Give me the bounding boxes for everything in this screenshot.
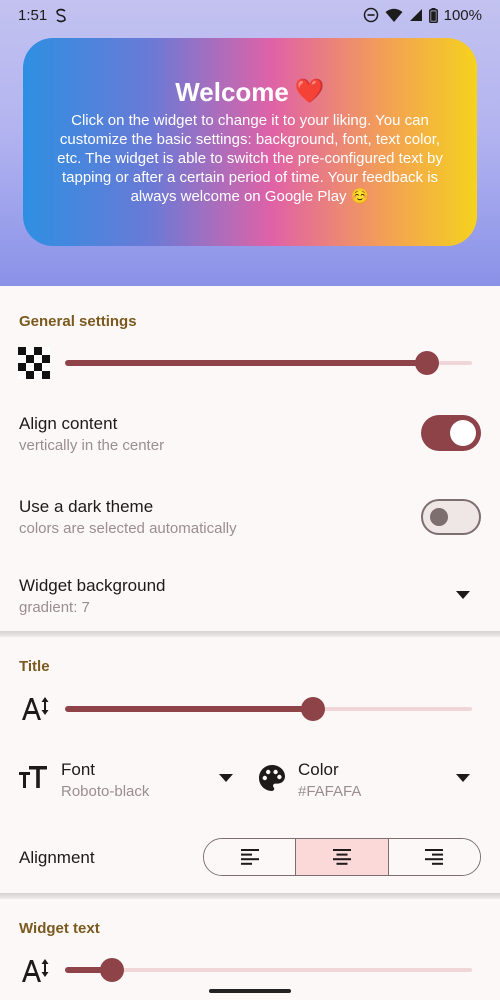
transparency-slider[interactable] [65,351,472,375]
palette-icon [259,765,285,791]
widget-background-row[interactable]: Widget background gradient: 7 [0,566,500,626]
wifi-icon [385,8,403,22]
font-size-icon [19,766,47,788]
align-content-subtitle: vertically in the center [19,437,165,454]
chevron-down-icon [219,774,233,782]
status-time: 1:51 [18,6,48,24]
toggle-knob [450,420,476,446]
font-label: Font [61,760,96,779]
slider-track [65,968,472,972]
slider-fill [65,706,314,712]
toggle-knob [430,508,448,526]
align-center-button[interactable] [296,839,389,875]
slider-fill [65,360,428,366]
text-size-icon [22,959,49,982]
general-settings-section: General settings Align content verticall… [0,286,500,631]
text-size-icon [22,697,49,720]
battery-icon [428,7,438,23]
color-selector[interactable]: Color #FAFAFA [245,752,500,808]
widget-background-value: gradient: 7 [19,599,90,616]
align-content-title: Align content [19,414,118,433]
chevron-down-icon [456,591,470,599]
font-value: Roboto-black [61,783,150,800]
widget-text-size-slider[interactable] [65,958,472,982]
general-settings-header: General settings [19,313,137,330]
gesture-nav-handle[interactable] [209,989,291,993]
alignment-label: Alignment [19,848,95,867]
do-not-disturb-icon [363,7,378,23]
widget-background-title: Widget background [19,576,166,595]
widget-text-header: Widget text [19,920,100,937]
slider-thumb[interactable] [301,697,326,721]
dark-theme-subtitle: colors are selected automatically [19,520,237,537]
widget-title: Welcome ❤️ [175,78,325,107]
app-notification-icon [56,8,67,22]
dark-theme-title: Use a dark theme [19,497,154,516]
dark-theme-toggle[interactable] [421,499,481,535]
align-center-icon [332,849,351,865]
align-right-button[interactable] [388,839,480,875]
transparency-checker-icon [18,347,50,379]
align-right-icon [425,849,444,865]
chevron-down-icon [456,774,470,782]
widget-title-text: Welcome [175,77,289,108]
color-label: Color [298,760,339,779]
battery-percent: 100% [443,6,482,24]
font-selector[interactable]: Font Roboto-black [0,752,245,808]
status-bar: 1:51 100% [0,0,500,30]
heart-icon: ❤️ [294,78,325,106]
widget-preview-area: 1:51 100% Welcome ❤️ Click on the widget… [0,0,500,286]
slider-thumb[interactable] [99,958,124,982]
slider-thumb[interactable] [415,351,440,375]
align-content-toggle[interactable] [421,415,481,451]
align-left-button[interactable] [204,839,297,875]
title-header: Title [19,658,50,675]
signal-icon [409,9,422,21]
color-value: #FAFAFA [298,783,362,800]
widget-preview[interactable]: Welcome ❤️ Click on the widget to change… [23,38,477,246]
title-size-slider[interactable] [65,697,472,721]
alignment-segmented-control [203,838,481,876]
align-left-icon [240,849,259,865]
widget-body-text: Click on the widget to change it to your… [57,111,443,205]
widget-text-section: Widget text [0,899,500,1000]
